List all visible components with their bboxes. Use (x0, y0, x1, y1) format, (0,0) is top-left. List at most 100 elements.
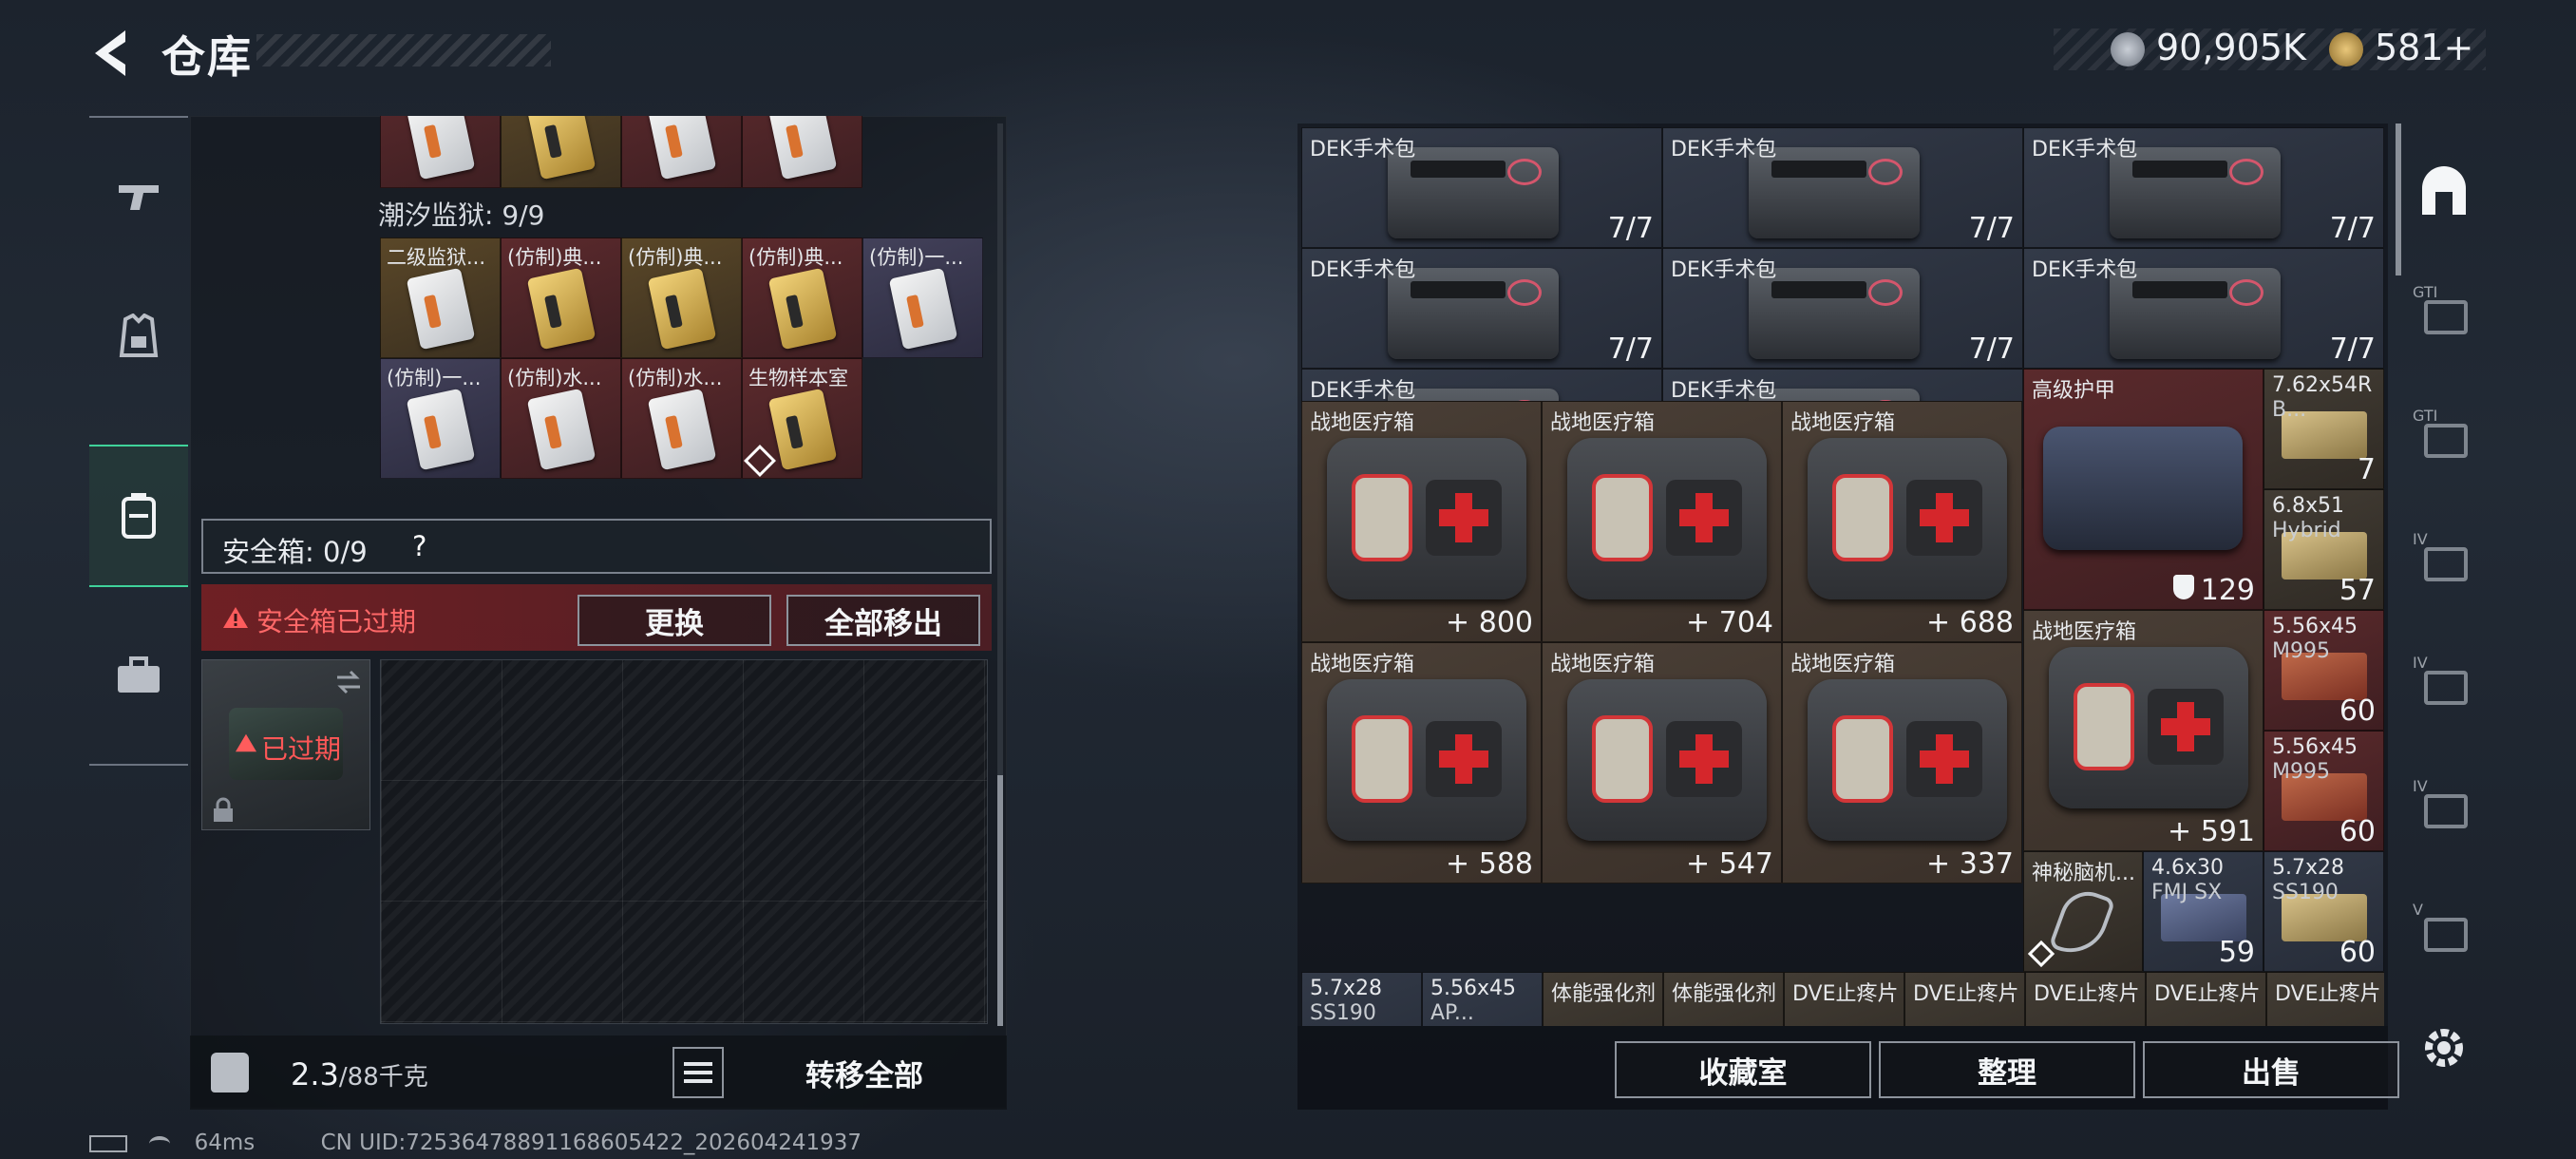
nav-case[interactable] (89, 604, 188, 747)
help-icon[interactable]: ? (412, 530, 426, 562)
tab-main-storage[interactable] (2413, 162, 2475, 218)
brain-chip-item[interactable]: 神秘脑机... (2023, 851, 2143, 972)
medbox-image (1327, 438, 1526, 599)
prison-key-slot[interactable]: 二级监狱... (380, 238, 501, 358)
ammo-item[interactable]: 7.62x54R B... 7 (2263, 369, 2384, 489)
item-count: 7/7 (1607, 212, 1654, 245)
prison-key-slot[interactable]: (仿制)典... (621, 238, 742, 358)
prison-key-slot[interactable]: (仿制)一... (862, 238, 983, 358)
field-medbox-item[interactable]: 战地医疗箱 + 588 (1301, 642, 1542, 884)
surgery-kit-item[interactable]: DEK手术包 7/7 (2023, 127, 2384, 248)
swap-button[interactable]: 更换 (578, 595, 771, 646)
field-medbox-item[interactable]: 战地医疗箱 + 547 (1542, 642, 1782, 884)
surgery-kit-item[interactable]: DEK手术包 7/7 (1301, 248, 1662, 369)
ammo-item[interactable]: 4.6x30 FMJ SX 59 (2143, 851, 2263, 972)
prison-key-slot[interactable]: (仿制)典... (742, 238, 862, 358)
prison-key-slot[interactable]: 生物样本室 (742, 358, 862, 479)
prison-key-slot[interactable]: (仿制)典... (501, 238, 621, 358)
safe-box-item[interactable]: 已过期 (201, 659, 370, 830)
wifi-icon (149, 1135, 171, 1151)
lock-icon (214, 797, 233, 822)
currency-1-value: 90,905K (2156, 27, 2306, 68)
settings-gear-icon[interactable] (2420, 1024, 2468, 1072)
item-count: 7/7 (1607, 332, 1654, 366)
armor-item[interactable]: 高级护甲 129 (2023, 369, 2263, 610)
currency-2-value[interactable]: 581+ (2375, 27, 2473, 68)
item-count: 7/7 (2329, 212, 2376, 245)
page-title: 仓库 (161, 31, 253, 83)
left-scrollbar-thumb[interactable] (997, 775, 1003, 1026)
tab-storage-2[interactable]: GTI (2413, 407, 2475, 464)
warning-icon (223, 607, 248, 628)
item-name: 战地医疗箱 (1550, 653, 1656, 676)
backpack-slot[interactable] (501, 116, 621, 188)
item-count: + 337 (1926, 847, 2014, 881)
ping-text: 64ms (194, 1130, 256, 1155)
status-bar: 64ms CN UID:72536478891168605422_2026042… (89, 1130, 862, 1155)
storage-item[interactable]: DVE止疼片 (1904, 972, 2025, 1026)
transfer-all-button[interactable]: 转移全部 (722, 1036, 1007, 1110)
item-count: 60 (2339, 694, 2376, 728)
backpack-slot[interactable] (742, 116, 862, 188)
item-name: DVE止疼片 (2275, 982, 2381, 1006)
prison-key-slot[interactable]: (仿制)水... (621, 358, 742, 479)
item-count: + 547 (1686, 847, 1773, 881)
storage-item[interactable]: 5.56x45 AP... (1422, 972, 1543, 1026)
tab-storage-1[interactable]: GTI (2413, 283, 2475, 340)
tab-storage-5[interactable]: IV (2413, 777, 2475, 834)
field-medbox-item[interactable]: 战地医疗箱 + 800 (1301, 401, 1542, 642)
tab-storage-4[interactable]: IV (2413, 654, 2475, 711)
field-medbox-item[interactable]: 战地医疗箱 + 337 (1782, 642, 2022, 884)
storage-item[interactable]: DVE止疼片 (1784, 972, 1904, 1026)
item-name: 战地医疗箱 (1790, 411, 1896, 435)
storage-item[interactable]: DVE止疼片 (2025, 972, 2146, 1026)
surgery-kit-item[interactable]: DEK手术包 7/7 (1662, 248, 2023, 369)
remove-all-button[interactable]: 全部移出 (786, 595, 980, 646)
tab-storage-6[interactable]: V (2413, 901, 2475, 958)
back-button[interactable] (87, 27, 135, 80)
nav-weapons[interactable] (89, 125, 188, 268)
storage-item[interactable]: 体能强化剂 (1543, 972, 1663, 1026)
storage-item[interactable]: DVE止疼片 (2266, 972, 2384, 1026)
item-name: 战地医疗箱 (1310, 411, 1415, 435)
safe-box-bar: 安全箱: 0/9 ? (201, 519, 992, 574)
field-medbox-item[interactable]: 战地医疗箱 + 591 (2023, 610, 2263, 851)
backpack-slot[interactable] (621, 116, 742, 188)
ammo-item[interactable]: 5.56x45 M995 60 (2263, 731, 2384, 851)
ammo-item[interactable]: 6.8x51 Hybrid 57 (2263, 489, 2384, 610)
item-name: DEK手术包 (1310, 258, 1416, 282)
tab-storage-3[interactable]: IV (2413, 530, 2475, 587)
prison-keys-label: 潮汐监狱: 9/9 (378, 200, 545, 231)
item-count: + 800 (1446, 606, 1533, 639)
sell-button[interactable]: 出售 (2143, 1041, 2399, 1098)
storage-box-icon (2424, 547, 2468, 581)
list-view-button[interactable] (672, 1047, 724, 1098)
item-name: DEK手术包 (1671, 379, 1777, 403)
item-count: 7 (2357, 453, 2376, 486)
storage-item[interactable]: DVE止疼片 (2146, 972, 2266, 1026)
storage-item[interactable]: 体能强化剂 (1663, 972, 1784, 1026)
storage-tabs: GTI GTI IV IV IV V (2403, 124, 2485, 1016)
safe-box-slots[interactable] (380, 659, 988, 1024)
surgery-kit-item[interactable]: DEK手术包 7/7 (1662, 127, 2023, 248)
field-medbox-item[interactable]: 战地医疗箱 + 704 (1542, 401, 1782, 642)
prison-key-slot[interactable]: (仿制)一... (380, 358, 501, 479)
sort-button[interactable]: 整理 (1879, 1041, 2135, 1098)
keycard-icon (767, 388, 838, 471)
nav-equipment[interactable] (89, 266, 188, 408)
item-name: (仿制)典... (748, 246, 843, 269)
surgery-kit-item[interactable]: DEK手术包 7/7 (1301, 127, 1662, 248)
prison-key-slot[interactable]: (仿制)水... (501, 358, 621, 479)
expired-warning-text: 安全箱已过期 (256, 606, 417, 637)
nav-backpack[interactable] (89, 445, 188, 587)
keycard-icon (406, 116, 476, 180)
field-medbox-item[interactable]: 战地医疗箱 + 688 (1782, 401, 2022, 642)
backpack-slot[interactable] (380, 116, 501, 188)
storage-item[interactable]: 5.7x28 SS190 (1301, 972, 1422, 1026)
right-scrollbar-thumb[interactable] (2396, 124, 2401, 276)
surgery-kit-item[interactable]: DEK手术包 7/7 (2023, 248, 2384, 369)
ammo-item[interactable]: 5.56x45 M995 60 (2263, 610, 2384, 731)
red-cross-icon (1426, 721, 1502, 797)
collection-room-button[interactable]: 收藏室 (1615, 1041, 1871, 1098)
ammo-item[interactable]: 5.7x28 SS190 60 (2263, 851, 2384, 972)
